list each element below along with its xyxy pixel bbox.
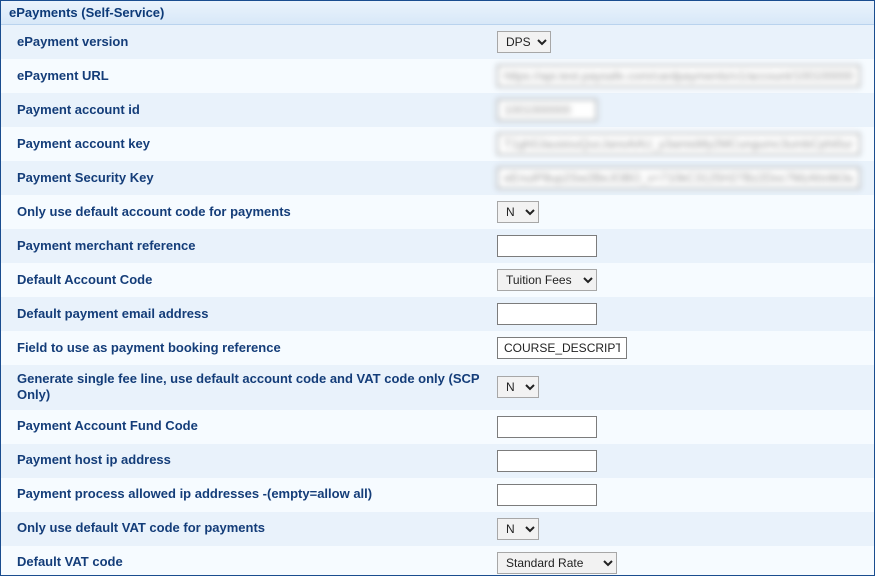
label-merchant-reference: Payment merchant reference — [17, 238, 497, 254]
label-payment-account-id: Payment account id — [17, 102, 497, 118]
payment-account-id-input[interactable] — [497, 99, 597, 121]
merchant-reference-input[interactable] — [497, 235, 597, 257]
row-fund-code: Payment Account Fund Code — [1, 410, 874, 444]
label-default-vat-code: Default VAT code — [17, 554, 497, 570]
label-epayment-url: ePayment URL — [17, 68, 497, 84]
allowed-ips-input[interactable] — [497, 484, 597, 506]
row-epayment-url: ePayment URL — [1, 59, 874, 93]
epayments-settings-panel: ePayments (Self-Service) ePayment versio… — [0, 0, 875, 576]
default-email-input[interactable] — [497, 303, 597, 325]
label-payment-security-key: Payment Security Key — [17, 170, 497, 186]
row-payment-security-key: Payment Security Key — [1, 161, 874, 195]
host-ip-input[interactable] — [497, 450, 597, 472]
payment-security-key-input[interactable] — [497, 167, 860, 189]
row-default-vat-code: Default VAT code Standard Rate — [1, 546, 874, 576]
label-fund-code: Payment Account Fund Code — [17, 418, 497, 434]
label-only-default-account: Only use default account code for paymen… — [17, 204, 497, 220]
label-payment-account-key: Payment account key — [17, 136, 497, 152]
row-epayment-version: ePayment version DPS — [1, 25, 874, 59]
label-default-email: Default payment email address — [17, 306, 497, 322]
default-vat-code-select[interactable]: Standard Rate — [497, 552, 617, 574]
label-only-default-vat: Only use default VAT code for payments — [17, 520, 497, 536]
row-merchant-reference: Payment merchant reference — [1, 229, 874, 263]
label-epayment-version: ePayment version — [17, 34, 497, 50]
panel-title: ePayments (Self-Service) — [1, 1, 874, 25]
row-booking-reference-field: Field to use as payment booking referenc… — [1, 331, 874, 365]
label-booking-reference-field: Field to use as payment booking referenc… — [17, 340, 497, 356]
booking-reference-field-input[interactable] — [497, 337, 627, 359]
label-host-ip: Payment host ip address — [17, 452, 497, 468]
row-scp-single-line: Generate single fee line, use default ac… — [1, 365, 874, 410]
row-payment-account-key: Payment account key — [1, 127, 874, 161]
payment-account-key-input[interactable] — [497, 133, 860, 155]
panel-body: ePayment version DPS ePayment URL Paymen… — [1, 25, 874, 576]
row-only-default-account: Only use default account code for paymen… — [1, 195, 874, 229]
default-account-code-select[interactable]: Tuition Fees — [497, 269, 597, 291]
row-allowed-ips: Payment process allowed ip addresses -(e… — [1, 478, 874, 512]
scp-single-line-select[interactable]: N — [497, 376, 539, 398]
epayment-version-select[interactable]: DPS — [497, 31, 551, 53]
row-host-ip: Payment host ip address — [1, 444, 874, 478]
label-allowed-ips: Payment process allowed ip addresses -(e… — [17, 486, 497, 502]
row-default-account-code: Default Account Code Tuition Fees — [1, 263, 874, 297]
only-default-account-select[interactable]: N — [497, 201, 539, 223]
fund-code-input[interactable] — [497, 416, 597, 438]
label-scp-single-line: Generate single fee line, use default ac… — [17, 371, 497, 404]
row-only-default-vat: Only use default VAT code for payments N — [1, 512, 874, 546]
label-default-account-code: Default Account Code — [17, 272, 497, 288]
only-default-vat-select[interactable]: N — [497, 518, 539, 540]
epayment-url-input[interactable] — [497, 65, 860, 87]
row-payment-account-id: Payment account id — [1, 93, 874, 127]
row-default-email: Default payment email address — [1, 297, 874, 331]
